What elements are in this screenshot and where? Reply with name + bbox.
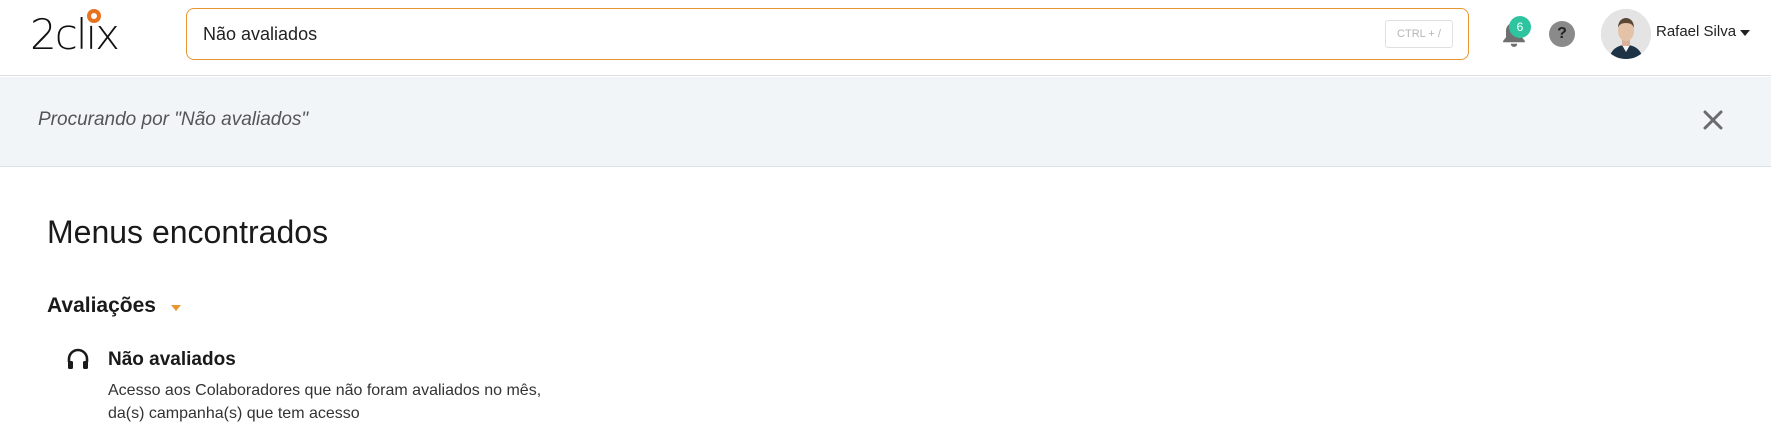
headphones-icon (67, 348, 89, 369)
avatar-image (1601, 9, 1651, 59)
search-status-text: Procurando por "Não avaliados" (38, 109, 309, 130)
menu-item-description: Acesso aos Colaboradores que não foram a… (108, 382, 542, 422)
search-shortcut-hint: CTRL + / (1385, 20, 1453, 48)
notification-badge: 6 (1509, 16, 1531, 38)
chevron-down-icon[interactable] (1740, 30, 1750, 36)
logo-text: 2clix (30, 10, 120, 59)
search-input[interactable] (203, 21, 1353, 47)
avatar[interactable] (1601, 9, 1651, 59)
menu-item-title: Não avaliados (108, 349, 236, 370)
close-icon[interactable] (1700, 107, 1726, 133)
user-name[interactable]: Rafael Silva (1656, 23, 1736, 40)
logo[interactable]: 2clix (30, 8, 130, 58)
group-title-avaliacoes[interactable]: Avaliações (47, 294, 156, 318)
search-banner: Procurando por "Não avaliados" (0, 77, 1771, 167)
search-box: CTRL + / (186, 8, 1469, 60)
top-bar: 2clix CTRL + / 6 ? Rafael Silva (0, 0, 1771, 76)
menu-item-nao-avaliados[interactable]: Não avaliados Acesso aos Colaboradores q… (60, 345, 620, 435)
chevron-down-icon[interactable] (171, 305, 181, 311)
help-icon[interactable]: ? (1549, 21, 1575, 47)
logo-dot (87, 9, 101, 23)
section-title: Menus encontrados (47, 214, 329, 250)
